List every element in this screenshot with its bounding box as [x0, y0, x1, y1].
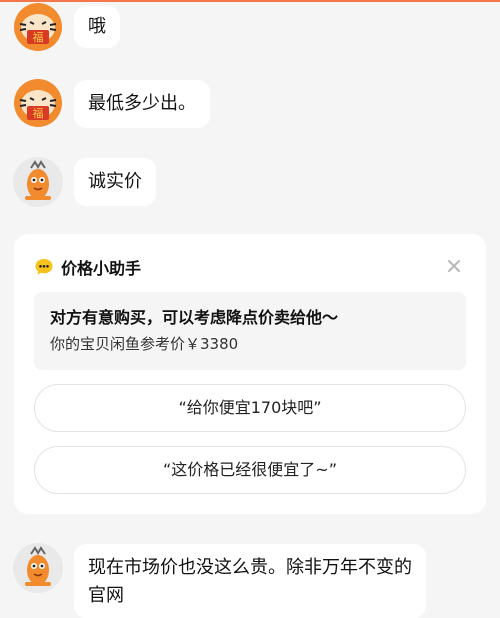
quick-reply-button[interactable]: “这价格已经很便宜了~” [34, 446, 466, 494]
reference-price: 你的宝贝闲鱼参考价￥3380 [50, 335, 239, 353]
chat-bubble-icon [34, 257, 54, 277]
svg-text:福: 福 [33, 30, 44, 44]
message-bubble: 现在市场价也没这么贵。除非万年不变的官网 [74, 544, 426, 618]
fish-mascot-avatar[interactable] [12, 542, 64, 594]
price-helper-card: 价格小助手 对方有意购买，可以考虑降点价卖给他～ 你的宝贝闲鱼参考价￥3380 … [14, 234, 486, 514]
message-bubble: 最低多少出。 [74, 80, 210, 128]
price-info-box: 对方有意购买，可以考虑降点价卖给他～ 你的宝贝闲鱼参考价￥3380 [34, 292, 466, 370]
message-bubble: 哦 [74, 6, 120, 48]
tiger-avatar[interactable]: 福 [12, 76, 64, 128]
tiger-avatar[interactable]: 福 [12, 0, 64, 52]
price-tip: 对方有意购买，可以考虑降点价卖给他～ [50, 308, 339, 327]
card-header: 价格小助手 [34, 256, 141, 278]
close-icon[interactable] [442, 254, 466, 278]
svg-text:福: 福 [33, 106, 44, 120]
quick-reply-button[interactable]: “给你便宜170块吧” [34, 384, 466, 432]
card-title: 价格小助手 [61, 259, 142, 278]
top-accent-line [0, 0, 500, 2]
fish-mascot-avatar[interactable] [12, 156, 64, 208]
message-bubble: 诚实价 [74, 158, 156, 206]
